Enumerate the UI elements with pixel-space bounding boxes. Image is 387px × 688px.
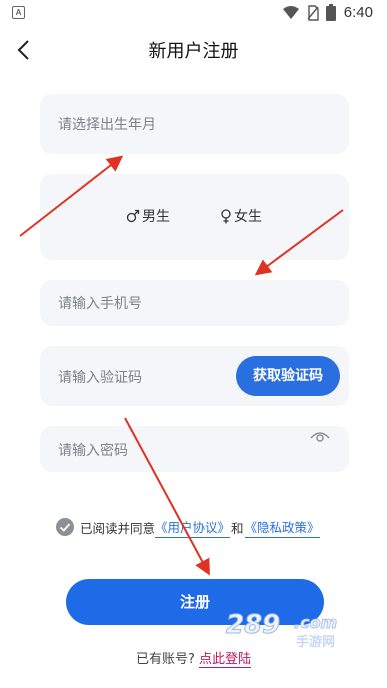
gender-female-label: 女生 — [234, 209, 262, 225]
female-symbol-icon — [221, 208, 231, 223]
phone-placeholder: 请输入手机号 — [58, 296, 142, 312]
password-placeholder: 请输入密码 — [58, 443, 128, 459]
status-time: 6:40 — [343, 4, 373, 21]
login-prompt-text: 已有账号? — [135, 652, 195, 667]
login-link[interactable]: 点此登陆 — [199, 652, 252, 668]
birthdate-placeholder: 请选择出生年月 — [58, 117, 156, 133]
user-agreement-link[interactable]: 《用户协议》 — [155, 517, 231, 538]
no-sim-icon — [307, 5, 319, 21]
agreement-checkbox[interactable] — [56, 518, 74, 536]
eye-icon[interactable] — [310, 431, 330, 445]
app-notification-icon: A — [12, 6, 25, 19]
battery-icon — [326, 4, 336, 21]
birthdate-picker[interactable]: 请选择出生年月 — [40, 94, 349, 154]
wifi-icon — [283, 6, 299, 19]
gender-option-female[interactable]: 女生 — [220, 206, 262, 226]
agreement-conjunction: 和 — [231, 520, 244, 536]
privacy-policy-link[interactable]: 《隐私政策》 — [244, 517, 320, 538]
gender-male-label: 男生 — [142, 209, 170, 225]
male-symbol-icon — [126, 209, 140, 223]
agreement-row: 已阅读并同意 《用户协议》 和 《隐私政策》 — [56, 517, 320, 538]
get-code-button[interactable]: 获取验证码 — [236, 356, 340, 396]
gender-option-male[interactable]: 男生 — [126, 206, 170, 226]
page-title: 新用户注册 — [148, 41, 239, 62]
agreement-prefix: 已阅读并同意 — [80, 520, 156, 536]
phone-input[interactable]: 请输入手机号 — [40, 280, 349, 326]
code-placeholder: 请输入验证码 — [58, 370, 142, 386]
login-prompt: 已有账号? 点此登陆 — [0, 648, 387, 668]
gender-selector: 男生 女生 — [40, 174, 349, 260]
site-watermark-logo: 289 .com 手游网 — [226, 610, 338, 651]
password-input[interactable]: 请输入密码 — [40, 426, 349, 472]
status-bar: A 6:40 — [0, 0, 387, 28]
svg-text:289: 289 — [226, 610, 280, 640]
svg-text:.com: .com — [294, 613, 337, 632]
